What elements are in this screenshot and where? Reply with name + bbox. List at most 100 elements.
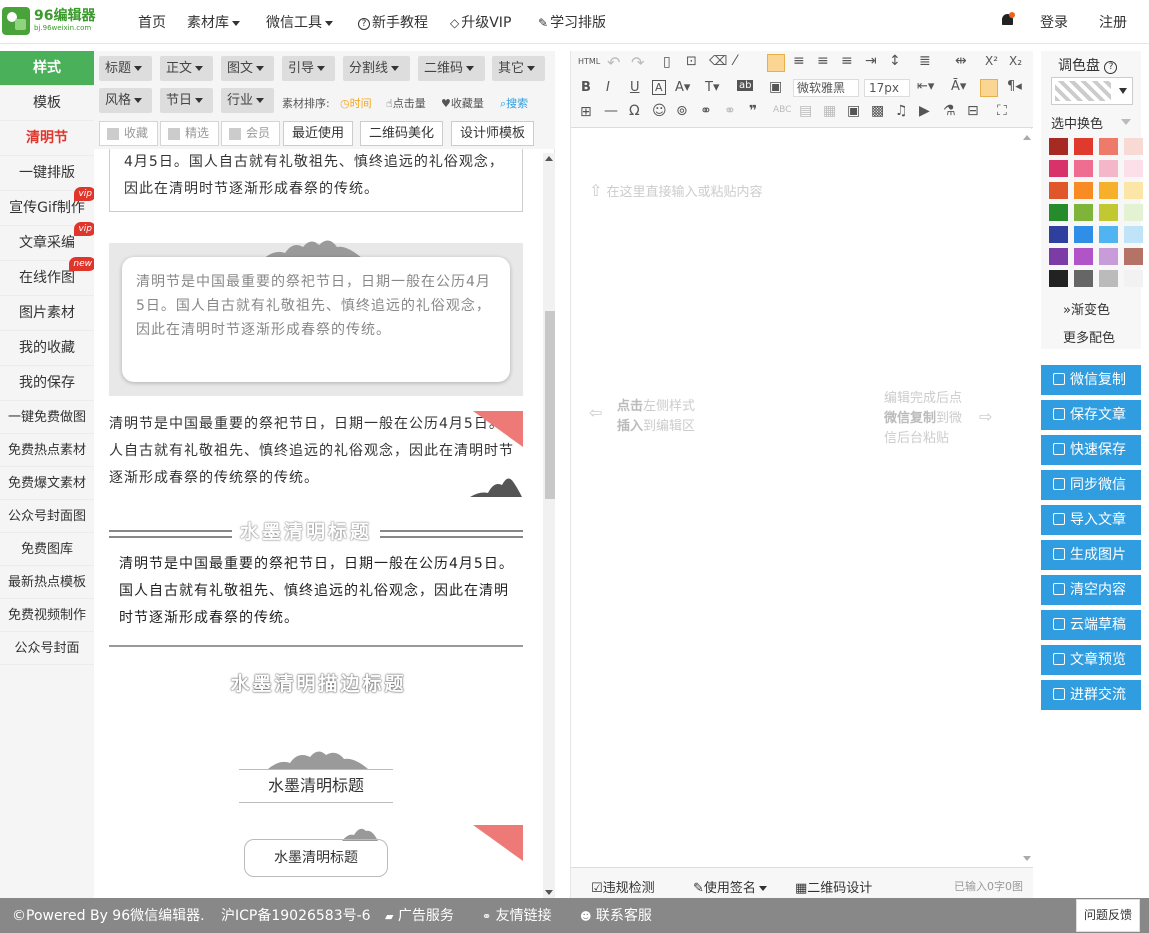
emoji-icon[interactable]: ☺: [652, 103, 667, 119]
filter-image-text[interactable]: 图文: [221, 56, 274, 81]
sidebar-item-article-collect[interactable]: 文章采编 vip: [0, 222, 96, 261]
indent-icon[interactable]: ⇥: [865, 53, 877, 69]
fullscreen-icon[interactable]: ⛶: [997, 103, 1007, 119]
filter-qrcode[interactable]: 二维码: [418, 56, 485, 81]
color-swatch[interactable]: [1074, 182, 1093, 199]
bg-color-icon[interactable]: ab: [737, 80, 754, 91]
color-swatch[interactable]: [1124, 160, 1143, 177]
format-brush-icon[interactable]: ⚗: [943, 103, 956, 119]
filter-title[interactable]: 标题: [99, 56, 152, 81]
special-char-icon[interactable]: Ω: [629, 103, 640, 119]
icp-link[interactable]: 沪ICP备19026583号-6: [221, 905, 371, 925]
row-spacing-icon[interactable]: ⇤▾: [917, 79, 934, 94]
sidebar-item-style[interactable]: 样式: [0, 51, 94, 86]
italic-icon[interactable]: I: [606, 80, 610, 95]
color-swatch[interactable]: [1124, 226, 1143, 243]
font-family-select[interactable]: 微软雅黑: [793, 79, 859, 97]
paragraph-spacing-icon[interactable]: ≣: [919, 53, 931, 69]
filter-divider[interactable]: 分割线: [343, 56, 410, 81]
color-swatch[interactable]: [1049, 248, 1068, 265]
color-swatch[interactable]: [1099, 160, 1118, 177]
sidebar-item-template[interactable]: 模板: [0, 86, 94, 121]
check-featured[interactable]: 精选: [160, 121, 219, 146]
insert-image-icon[interactable]: ▣: [847, 103, 860, 119]
scroll-down-icon[interactable]: [545, 890, 553, 895]
font-color-icon[interactable]: A▾: [675, 80, 690, 95]
anchor-icon[interactable]: ⊚: [676, 103, 688, 119]
sidebar-item-official-cover[interactable]: 公众号封面: [0, 632, 94, 665]
sidebar-item-favorites[interactable]: 我的收藏: [0, 331, 94, 366]
line-height-icon[interactable]: ↕: [889, 53, 901, 69]
color-swatch[interactable]: [1124, 270, 1143, 287]
nav-vip[interactable]: ◇ 升级VIP: [450, 12, 511, 32]
bell-icon[interactable]: [1001, 12, 1015, 27]
login-link[interactable]: 登录: [1040, 12, 1068, 32]
sidebar-item-viral-material[interactable]: 免费爆文素材: [0, 467, 94, 500]
unlink-icon[interactable]: ⚭: [724, 103, 736, 119]
color-swatch[interactable]: [1124, 248, 1143, 265]
material-card-grey-ink[interactable]: 清明节是中国最重要的祭祀节日，日期一般在公历4月5日。国人自古就有礼敬祖先、慎终…: [109, 240, 523, 396]
more-colors-button[interactable]: 更多配色: [1063, 327, 1115, 346]
nav-wechat-tools[interactable]: 微信工具: [266, 12, 333, 32]
editor-scrollbar[interactable]: [1021, 129, 1033, 867]
qr-design-button[interactable]: ▦二维码设计: [795, 877, 872, 896]
color-swatch[interactable]: [1049, 226, 1068, 243]
action-button-4[interactable]: 同步微信: [1041, 470, 1141, 500]
superscript-icon[interactable]: X²: [985, 54, 998, 68]
material-card-ink-text[interactable]: 清明节是中国最重要的祭祀节日，日期一般在公历4月5日。国人自古就有礼敬祖先、慎终…: [119, 551, 523, 632]
sidebar-item-free-gallery[interactable]: 免费图库: [0, 533, 94, 566]
qr-beautify-button[interactable]: 二维码美化: [360, 121, 443, 146]
ink-title-rounded[interactable]: 水墨清明标题: [244, 839, 388, 877]
sidebar-item-images[interactable]: 图片素材: [0, 296, 94, 331]
scroll-up-icon[interactable]: [1023, 135, 1031, 140]
register-link[interactable]: 注册: [1099, 12, 1127, 32]
undo-icon[interactable]: ↶: [607, 53, 620, 72]
color-swatch[interactable]: [1124, 182, 1143, 199]
color-swatch[interactable]: [1049, 270, 1068, 287]
color-swatch[interactable]: [1099, 182, 1118, 199]
magic-wand-icon[interactable]: ⁄: [734, 53, 736, 69]
color-swatch[interactable]: [1074, 248, 1093, 265]
color-swatch[interactable]: [1074, 226, 1093, 243]
link-icon[interactable]: ⚭: [700, 103, 712, 119]
font-size-select[interactable]: 17px: [864, 79, 910, 97]
gallery-icon[interactable]: ▩: [871, 103, 884, 119]
material-card-bordered[interactable]: 4月5日。国人自古就有礼敬祖先、慎终追远的礼俗观念，因此在清明时节逐渐形成春祭的…: [109, 149, 523, 212]
action-button-9[interactable]: 文章预览: [1041, 645, 1141, 675]
logo[interactable]: 96编辑器 bj.96weixin.com: [2, 5, 95, 37]
designer-template-button[interactable]: 设计师模板: [451, 121, 534, 146]
action-button-2[interactable]: 保存文章: [1041, 400, 1141, 430]
image-placeholder-icon[interactable]: ▦: [823, 103, 836, 119]
sort-favorites[interactable]: ♥收藏量: [441, 95, 484, 111]
action-button-7[interactable]: 清空内容: [1041, 575, 1141, 605]
recent-used-button[interactable]: 最近使用: [283, 121, 353, 146]
color-swatch[interactable]: [1099, 270, 1118, 287]
search-button[interactable]: ⌕搜索: [500, 95, 528, 111]
check-favorites[interactable]: 收藏: [99, 121, 158, 146]
action-button-6[interactable]: 生成图片: [1041, 540, 1141, 570]
bold-icon[interactable]: B: [581, 80, 591, 95]
sort-clicks[interactable]: ☝点击量: [386, 95, 426, 111]
current-color-select[interactable]: [1051, 77, 1133, 105]
color-swatch[interactable]: [1049, 204, 1068, 221]
help-icon[interactable]: ?: [1104, 61, 1118, 74]
letter-spacing-icon[interactable]: ⇹: [955, 53, 967, 69]
align-left-icon[interactable]: [767, 54, 785, 72]
rtl-icon[interactable]: ¶◂: [1007, 79, 1022, 94]
sort-time[interactable]: ◷时间: [340, 95, 372, 111]
ink-title-lined[interactable]: 水墨清明标题: [239, 769, 393, 803]
image-icon[interactable]: ▣: [769, 79, 782, 95]
action-button-1[interactable]: 微信复制: [1041, 365, 1141, 395]
align-center-icon[interactable]: ≡: [793, 53, 805, 69]
select-all-icon[interactable]: ⊡: [686, 54, 697, 69]
sidebar-item-free-design[interactable]: 一键免费做图: [0, 401, 94, 434]
action-button-3[interactable]: 快速保存: [1041, 435, 1141, 465]
color-swatch[interactable]: [1099, 138, 1118, 155]
action-button-8[interactable]: 云端草稿: [1041, 610, 1141, 640]
ltr-icon[interactable]: [980, 79, 998, 97]
feedback-button[interactable]: 问题反馈: [1076, 899, 1140, 932]
scroll-up-icon[interactable]: [545, 156, 553, 161]
border-text-icon[interactable]: A: [652, 80, 666, 95]
check-member[interactable]: 会员: [221, 121, 280, 146]
color-swatch[interactable]: [1124, 138, 1143, 155]
